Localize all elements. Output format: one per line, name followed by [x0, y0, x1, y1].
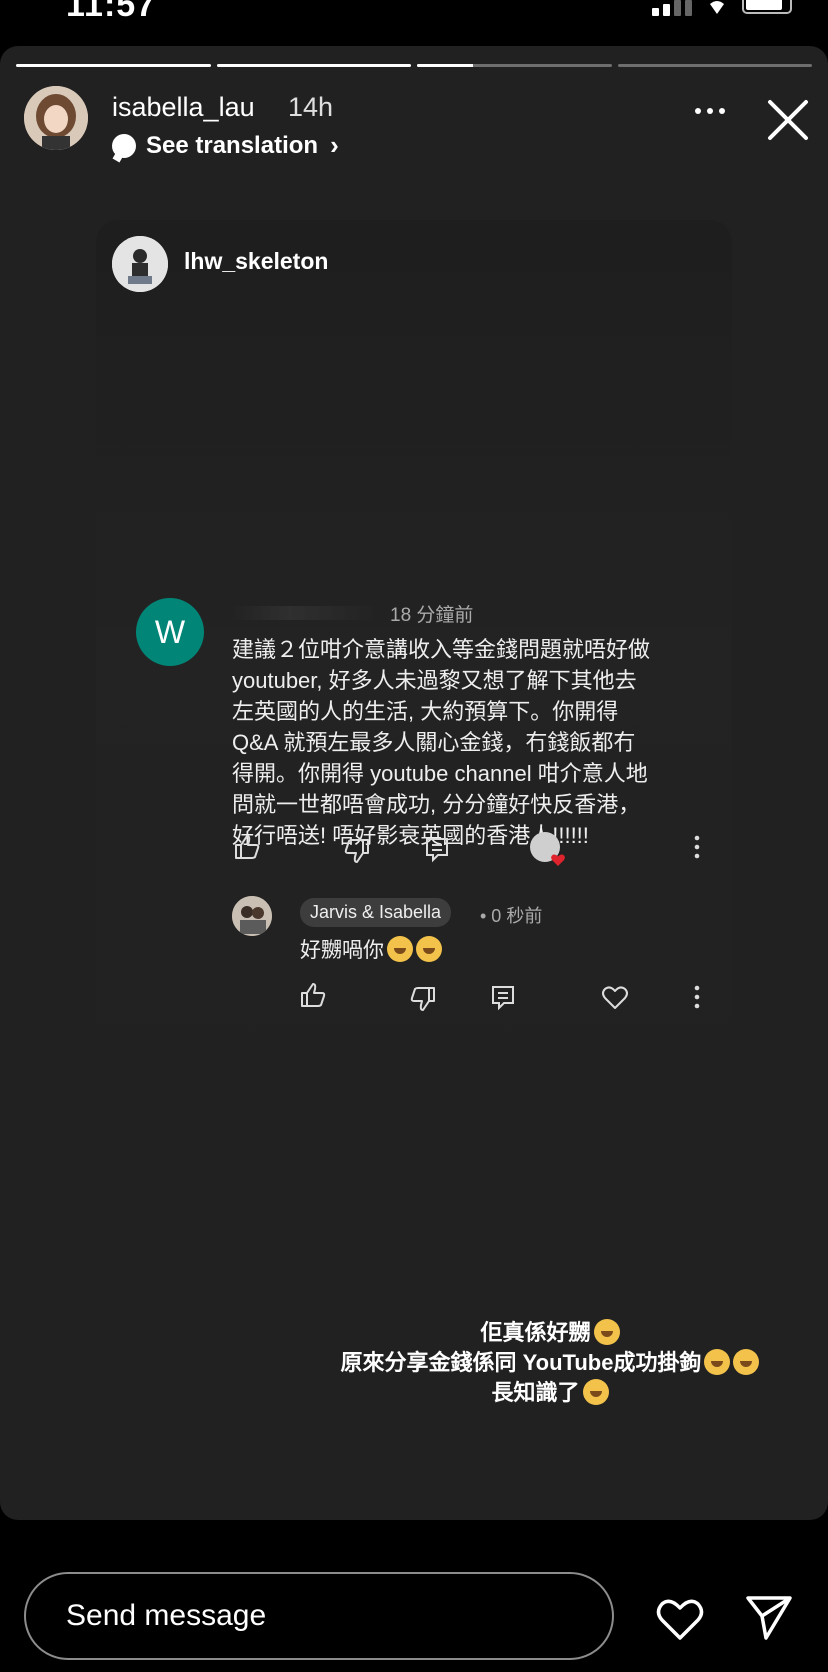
send-message-input[interactable]	[24, 1572, 614, 1660]
creator-heart-icon	[530, 832, 565, 866]
cellular-signal-icon	[652, 0, 692, 16]
caption-line-2: 原來分享金錢係同 YouTube成功掛鉤	[300, 1348, 800, 1378]
reply-text: 好嬲喎你	[300, 939, 384, 962]
see-translation-label: See translation	[146, 131, 319, 159]
rofl-emoji-icon	[593, 1319, 620, 1345]
caption-text: 原來分享金錢係同 YouTube成功掛鉤	[340, 1350, 702, 1375]
reply-icon	[492, 986, 514, 1011]
post-time: 14h	[288, 92, 334, 122]
progress-segment	[417, 64, 612, 67]
story-header: isabella_lau 14h See translation ›	[24, 84, 814, 160]
status-bar: 11:57	[0, 0, 828, 46]
dot	[707, 108, 713, 114]
story-viewer[interactable]: isabella_lau 14h See translation › lhw_s…	[0, 46, 828, 1520]
reply-icon	[426, 838, 448, 863]
status-icons	[652, 0, 792, 16]
reply-avatar-image	[232, 896, 272, 936]
reply-time: • 0 秒前	[480, 906, 543, 926]
comment-text: 建議２位咁介意講收入等金錢問題就唔好做 youtuber, 好多人未過黎又想了解…	[232, 637, 651, 848]
shared-post-avatar-image	[112, 236, 168, 292]
reply-actions	[298, 980, 712, 1014]
caption-text: 佢真係好嬲	[480, 1320, 591, 1345]
shared-post-username[interactable]: lhw_skeleton	[184, 248, 328, 275]
more-vertical-icon	[694, 985, 700, 1009]
progress-segment	[617, 64, 812, 67]
caption-text: 長知識了	[491, 1380, 580, 1405]
progress-segment	[216, 64, 411, 67]
star-struck-emoji-icon	[582, 1379, 609, 1405]
story-progress	[16, 64, 812, 67]
caption-line-3: 長知識了	[300, 1378, 800, 1408]
speech-bubble-icon	[112, 133, 136, 158]
red-heart-icon	[551, 854, 565, 866]
see-translation-link[interactable]: See translation ›	[112, 130, 339, 161]
status-time: 11:57	[66, 0, 157, 24]
heart-icon[interactable]	[654, 1594, 706, 1642]
author-name[interactable]: isabella_lau	[112, 92, 255, 123]
more-options-button[interactable]	[688, 96, 732, 126]
rofl-emoji-icon	[416, 936, 442, 962]
author-avatar-image	[24, 86, 88, 150]
thumbs-up-icon	[235, 835, 260, 859]
send-icon[interactable]	[744, 1594, 794, 1640]
progress-fill	[216, 64, 411, 67]
progress-fill	[417, 64, 474, 67]
commenter-avatar: W	[136, 598, 204, 666]
thumbs-down-icon	[344, 839, 369, 863]
story-reply-bar	[0, 1520, 828, 1672]
more-vertical-icon	[694, 835, 700, 859]
reply-author-chip: Jarvis & Isabella	[300, 898, 452, 927]
shared-post-avatar[interactable]	[112, 236, 168, 292]
reply-avatar	[232, 896, 272, 936]
chevron-right-icon: ›	[330, 130, 339, 160]
close-icon[interactable]	[764, 96, 812, 144]
author-avatar[interactable]	[24, 86, 88, 150]
comment-actions	[232, 832, 712, 866]
progress-fill	[16, 64, 211, 67]
face-with-monocle-icon	[733, 1349, 760, 1375]
comment-time: 18 分鐘前	[390, 604, 474, 626]
reply-text-row: 好嬲喎你	[300, 934, 442, 964]
story-caption: 佢真係好嬲 原來分享金錢係同 YouTube成功掛鉤 長知識了	[300, 1318, 800, 1408]
comment-meta: 18 分鐘前	[232, 600, 473, 626]
thumbs-down-icon	[410, 987, 435, 1011]
caption-line-1: 佢真係好嬲	[300, 1318, 800, 1348]
wifi-icon	[710, 1, 724, 14]
blurred-username	[232, 606, 376, 620]
face-with-monocle-icon	[704, 1349, 731, 1375]
thumbs-up-icon	[301, 983, 326, 1007]
progress-segment	[16, 64, 211, 67]
rofl-emoji-icon	[387, 936, 413, 962]
dot	[719, 108, 725, 114]
dot	[695, 108, 701, 114]
heart-outline-icon	[602, 986, 628, 1009]
battery-icon	[742, 0, 792, 14]
